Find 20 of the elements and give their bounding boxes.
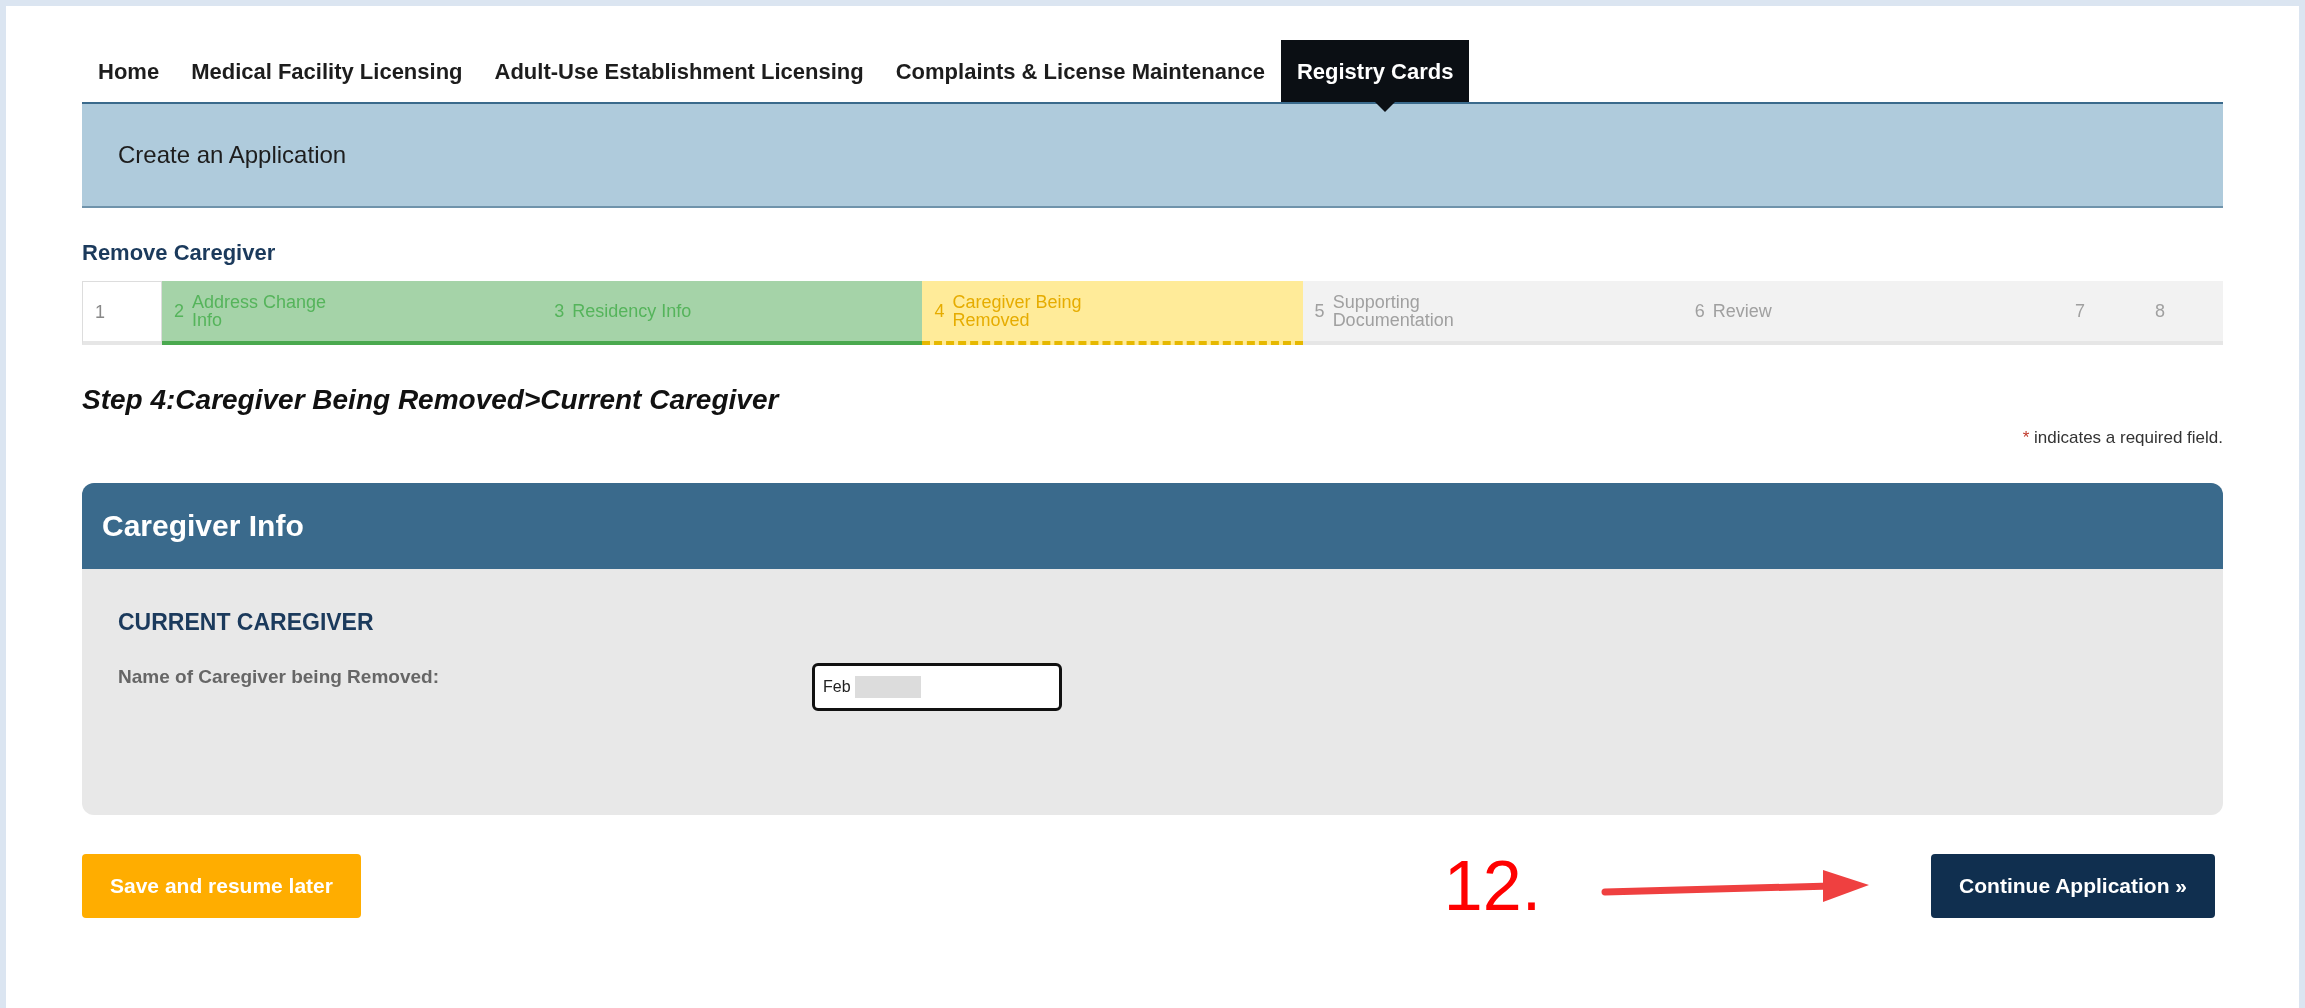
step-heading: Step 4:Caregiver Being Removed>Current Caregiver (82, 383, 781, 417)
field-label: Name of Caregiver being Removed: (118, 665, 440, 689)
progress-step[interactable]: 6 Review (1682, 281, 2063, 345)
progress-step[interactable]: 8 (2143, 281, 2223, 345)
step-number-annotation: 12. (1443, 850, 1542, 921)
progress-step[interactable]: 7 (2063, 281, 2143, 345)
arrow-icon (1601, 869, 1870, 902)
section-title: CURRENT CAREGIVER (118, 607, 375, 637)
required-note: * indicates a required field. (2022, 427, 2223, 449)
progress-step[interactable]: 1 (82, 281, 162, 345)
nav-tab[interactable]: Home (82, 40, 176, 102)
process-title: Remove Caregiver (82, 239, 277, 267)
continue-button[interactable]: Continue Application » (1931, 853, 2215, 918)
nav-tab[interactable]: Medical Facility Licensing (175, 40, 479, 102)
nav-tab[interactable]: Adult-Use Establishment Licensing (478, 40, 880, 102)
panel-title: Caregiver Info (82, 482, 2223, 569)
page-header: Create an Application (82, 104, 2223, 208)
nav-tab[interactable]: Complaints & License Maintenance (879, 40, 1281, 102)
save-button[interactable]: Save and resume later (82, 853, 361, 918)
name-field[interactable]: Feb (812, 663, 1062, 711)
